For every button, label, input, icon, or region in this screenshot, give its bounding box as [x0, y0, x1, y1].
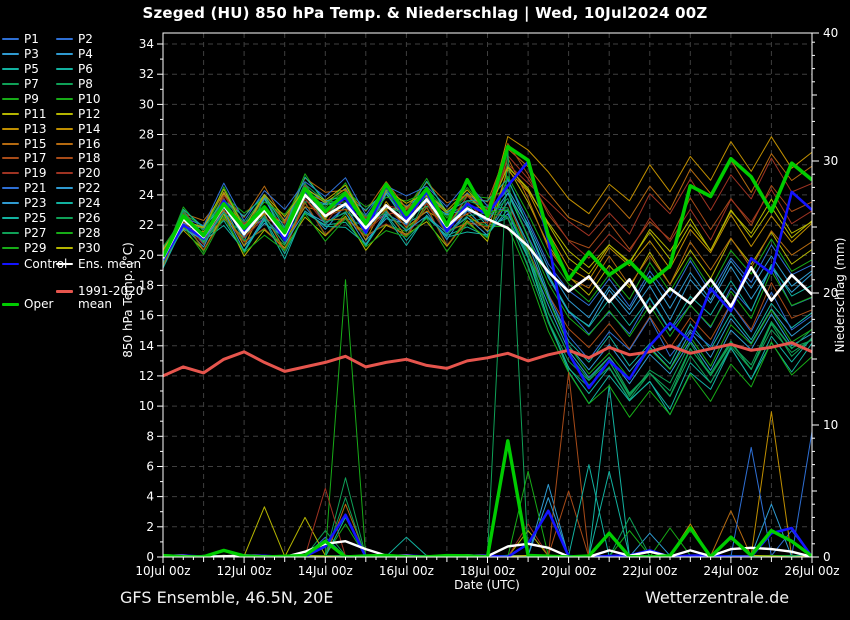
- temp-tick-label: 12: [139, 369, 154, 383]
- x-tick-label: 20Jul 00z: [541, 564, 596, 578]
- x-tick-label: 16Jul 00z: [379, 564, 434, 578]
- site-credit-label: Wetterzentrale.de: [645, 588, 789, 607]
- temp-tick-label: 18: [139, 278, 154, 292]
- temp-tick-label: 28: [139, 128, 154, 142]
- temp-tick-label: 2: [146, 520, 154, 534]
- x-tick-label: 22Jul 00z: [622, 564, 677, 578]
- temp-tick-label: 20: [139, 248, 154, 262]
- temp-tick-label: 26: [139, 158, 154, 172]
- x-tick-label: 24Jul 00z: [703, 564, 758, 578]
- temp-tick-label: 8: [146, 429, 154, 443]
- ensemble-meteogram-page: { "title": "Szeged (HU) 850 hPa Temp. & …: [0, 0, 850, 620]
- precip-tick-label: 0: [823, 550, 831, 564]
- y-axis-right-label: Niederschlag (mm): [833, 238, 847, 353]
- x-tick-label: 12Jul 00z: [217, 564, 272, 578]
- x-tick-label: 26Jul 00z: [784, 564, 839, 578]
- temp-tick-label: 4: [146, 490, 154, 504]
- precip-tick-label: 40: [823, 26, 838, 40]
- x-axis-label: Date (UTC): [454, 578, 520, 592]
- temp-tick-label: 30: [139, 97, 154, 111]
- meteogram-chart: 0246810121416182022242628303234010203040…: [0, 0, 850, 620]
- temp-tick-label: 24: [139, 188, 154, 202]
- model-info-label: GFS Ensemble, 46.5N, 20E: [120, 588, 333, 607]
- precip-tick-label: 10: [823, 418, 838, 432]
- precip-tick-label: 30: [823, 154, 838, 168]
- x-tick-label: 14Jul 00z: [298, 564, 353, 578]
- temp-tick-label: 6: [146, 460, 154, 474]
- x-tick-label: 18Jul 00z: [460, 564, 515, 578]
- temp-tick-label: 14: [139, 339, 154, 353]
- temp-tick-label: 34: [139, 37, 154, 51]
- x-tick-label: 10Jul 00z: [135, 564, 190, 578]
- temp-tick-label: 10: [139, 399, 154, 413]
- temp-tick-label: 22: [139, 218, 154, 232]
- y-axis-left-label: 850 hPa Temp. (°C): [121, 242, 135, 358]
- temp-tick-label: 32: [139, 67, 154, 81]
- temp-tick-label: 0: [146, 550, 154, 564]
- temp-tick-label: 16: [139, 309, 154, 323]
